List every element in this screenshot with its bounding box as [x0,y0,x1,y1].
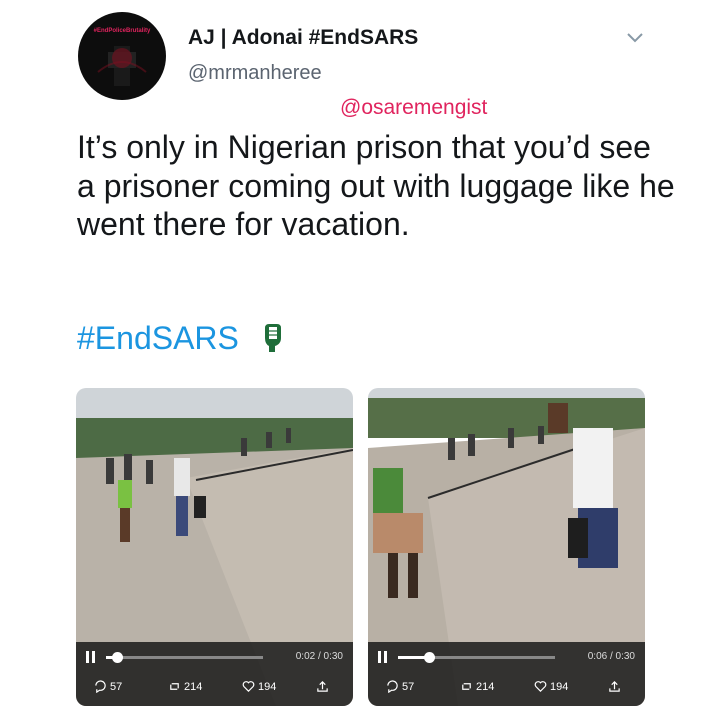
retweet-icon [462,683,471,690]
like-count[interactable]: 194 [534,680,568,693]
avatar[interactable]: #EndPoliceBrutality [78,12,166,100]
user-handle[interactable]: @mrmanheree [188,62,322,85]
retweet-icon [170,683,179,690]
chevron-down-icon[interactable] [624,26,646,48]
pause-icon[interactable] [84,650,98,664]
retweet-count-value: 214 [476,680,495,693]
heart-icon [534,681,547,692]
video-time: 0:06 / 0:30 [587,651,635,662]
retweet-count[interactable]: 214 [168,680,202,693]
pause-icon[interactable] [376,650,390,664]
video-controls-1: 0:02 / 0:30 57 214 194 [76,642,353,706]
progress-track[interactable] [106,652,263,663]
like-count-value: 194 [550,680,569,693]
share-icon [317,681,328,692]
reply-count[interactable]: 57 [386,680,414,693]
progress-knob[interactable] [424,652,436,663]
retweet-count[interactable]: 214 [460,680,494,693]
reply-count[interactable]: 57 [94,680,122,693]
share-button[interactable] [316,680,329,693]
progress-knob[interactable] [111,652,123,663]
video-controls-2: 0:06 / 0:30 57 214 194 [368,642,645,706]
retweet-count-value: 214 [184,680,203,693]
progress-track[interactable] [398,652,555,663]
raised-fist-icon [265,324,281,352]
raised-fist-avatar-icon [97,46,147,86]
reply-count-value: 57 [402,680,415,693]
share-button[interactable] [608,680,621,693]
reply-icon [95,680,106,693]
video-player-2[interactable]: 0:06 / 0:30 57 214 194 [368,388,645,706]
heart-icon [242,681,255,692]
video-player-1[interactable]: 0:02 / 0:30 57 214 194 [76,388,353,706]
share-icon [609,681,620,692]
hashtag-link[interactable]: #EndSARS [77,320,239,357]
reply-count-value: 57 [110,680,123,693]
display-name[interactable]: AJ | Adonai #EndSARS [188,26,418,50]
like-count[interactable]: 194 [242,680,276,693]
tweet-text: It’s only in Nigerian prison that you’d … [77,129,675,242]
like-count-value: 194 [258,680,277,693]
reply-icon [387,680,398,693]
video-time: 0:02 / 0:30 [295,651,343,662]
watermark-handle: @osaremengist [340,96,488,119]
